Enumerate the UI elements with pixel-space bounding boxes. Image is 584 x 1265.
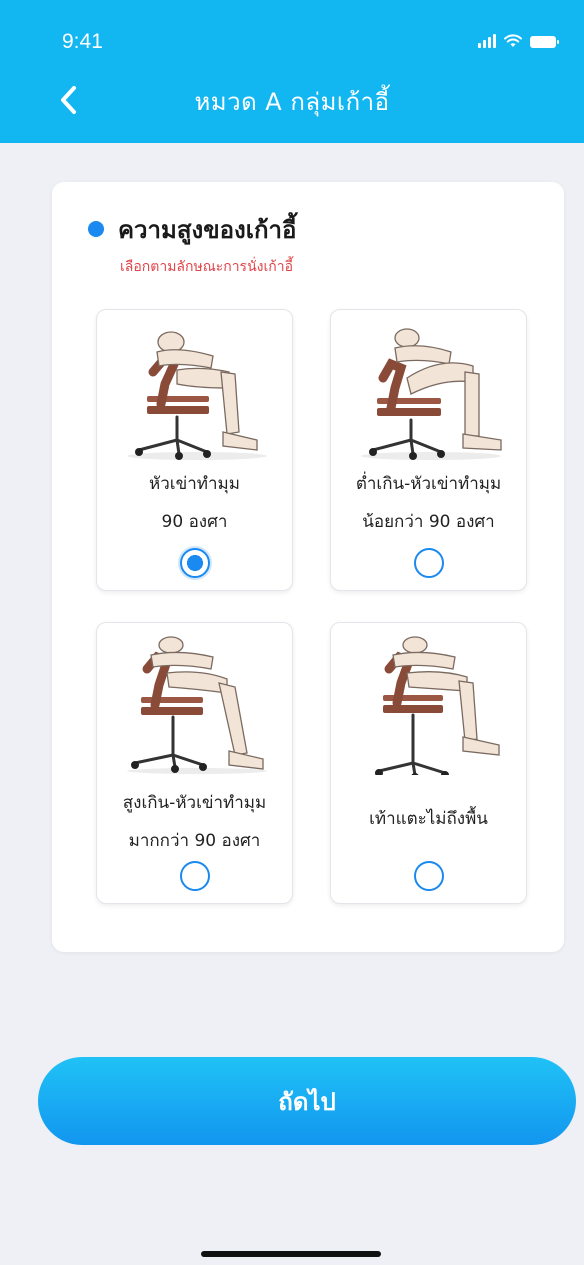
page-title: หมวด A กลุ่มเก้าอี้ [194,88,390,116]
option-feet-not-touch[interactable]: เท้าแตะไม่ถึงพื้น [330,622,527,904]
option-label: น้อยกว่า 90 องศา [362,512,495,532]
section-bullet [88,221,104,237]
status-icons [478,34,559,48]
option-knee-90[interactable]: หัวเข่าทำมุม 90 องศา [96,309,293,591]
section-title: ความสูงของเก้าอี้ [118,216,297,244]
status-time: 9:41 [62,30,103,53]
app-header: 9:41 หมวด A กลุ่มเก้าอี้ [0,0,584,143]
wifi-icon [504,34,522,47]
home-indicator [201,1251,381,1257]
radio-button[interactable] [413,861,444,891]
radio-button-selected[interactable] [179,548,210,578]
status-bar: 9:41 [0,0,584,80]
option-label: สูงเกิน-หัวเข่าทำมุม [122,793,267,813]
option-label: เท้าแตะไม่ถึงพื้น [369,809,488,829]
chair-too-high-illustration [127,636,267,774]
next-button[interactable]: ถัดไป [38,1057,576,1145]
chair-knee-90-illustration [127,331,267,460]
signal-icon [478,34,496,48]
section-subtitle: เลือกตามลักษณะการนั่งเก้าอี้ [120,259,294,275]
chair-feet-not-touch-illustration [375,636,500,775]
option-label: ต่ำเกิน-หัวเข่าทำมุม [355,474,502,494]
option-too-low[interactable]: ต่ำเกิน-หัวเข่าทำมุม น้อยกว่า 90 องศา [330,309,527,591]
option-label: หัวเข่าทำมุม [149,474,240,494]
radio-button[interactable] [179,861,210,891]
option-too-high[interactable]: สูงเกิน-หัวเข่าทำมุม มากกว่า 90 องศา [96,622,293,904]
battery-icon [530,36,559,48]
option-label: มากกว่า 90 องศา [128,831,261,851]
radio-button[interactable] [413,548,444,578]
chair-too-low-illustration [361,328,502,460]
option-label: 90 องศา [161,512,228,532]
